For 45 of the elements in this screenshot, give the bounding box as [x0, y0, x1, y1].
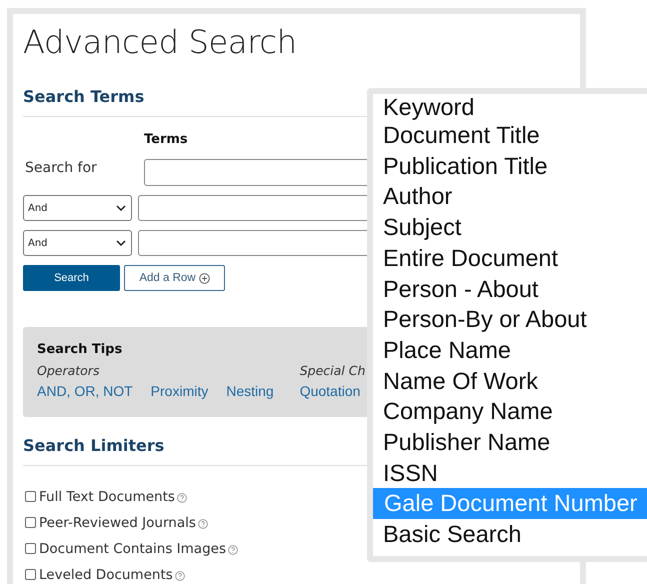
tips-group-title: Special Ch [300, 363, 366, 378]
operator-select[interactable]: And [23, 230, 132, 256]
plus-circle-icon [198, 272, 210, 284]
operator-select[interactable]: And [23, 195, 132, 221]
checkbox-label: Document Contains Images [39, 540, 226, 556]
dropdown-option[interactable]: Subject [373, 212, 647, 243]
dropdown-option[interactable]: Publisher Name [373, 427, 647, 458]
checkbox-label: Full Text Documents [39, 488, 175, 504]
checkbox-label: Leveled Documents [39, 566, 173, 582]
field-label: Search for [24, 160, 98, 176]
tip-link[interactable]: Proximity [150, 383, 208, 399]
tips-heading: Search Tips [37, 341, 122, 359]
dropdown-option[interactable]: Publication Title [373, 150, 647, 182]
dropdown-option[interactable]: Name Of Work [373, 366, 647, 396]
chevron-icon [116, 205, 126, 211]
dropdown-option[interactable]: Basic Search [373, 519, 647, 550]
chevron-icon [116, 240, 126, 246]
dropdown-option[interactable]: ISSN [373, 458, 647, 488]
help-icon[interactable] [176, 493, 187, 503]
dropdown-option[interactable]: Entire Document [373, 242, 647, 274]
tip-link[interactable]: Quotation [300, 383, 360, 399]
section-heading: Search Limiters [23, 435, 164, 457]
tips-group-title: Operators [37, 363, 100, 378]
dropdown-option[interactable]: Person - About [373, 274, 647, 304]
add-row-button[interactable]: Add a Row [124, 265, 225, 291]
dropdown-option[interactable]: Document Title [373, 120, 647, 151]
checkbox[interactable] [25, 517, 36, 528]
section-heading: Search Terms [23, 86, 144, 108]
help-icon[interactable] [228, 545, 238, 555]
tip-link[interactable]: Nesting [226, 383, 274, 399]
checkbox[interactable] [25, 491, 36, 502]
dropdown-option[interactable]: Place Name [373, 334, 647, 366]
dropdown-option[interactable]: Company Name [373, 396, 647, 428]
help-icon[interactable] [198, 519, 208, 529]
tip-link[interactable]: AND, OR, NOT [37, 383, 133, 399]
dropdown-option[interactable]: Keyword [373, 94, 647, 120]
dropdown-option[interactable]: Author [373, 181, 647, 212]
search-button[interactable]: Search [23, 265, 120, 291]
dropdown-option[interactable]: Person-By or About [373, 304, 647, 335]
checkbox[interactable] [25, 569, 36, 580]
checkbox-label: Peer-Reviewed Journals [39, 514, 196, 530]
page-title: Advanced Search [23, 22, 298, 62]
checkbox[interactable] [25, 543, 36, 554]
help-icon[interactable] [174, 571, 185, 581]
column-header: Terms [144, 131, 188, 149]
